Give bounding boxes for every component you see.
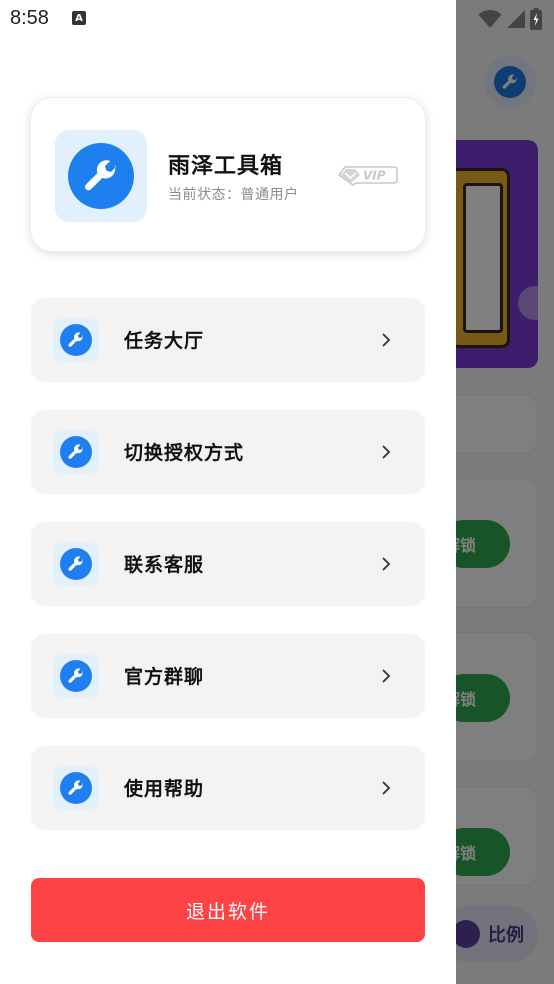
vip-badge: VIP <box>337 166 398 186</box>
wrench-icon <box>85 160 117 191</box>
status-time: 8:58 <box>10 7 49 29</box>
chevron-right-icon <box>382 781 391 795</box>
navigation-drawer: 雨泽工具箱 当前状态：普通用户 VIP 任务大厅 切换授权方式 联系客服 官方群… <box>0 0 456 984</box>
menu-item-label: 联系客服 <box>124 554 205 576</box>
menu-item-contact-support[interactable]: 联系客服 <box>31 522 425 606</box>
profile-card: 雨泽工具箱 当前状态：普通用户 VIP <box>30 97 426 252</box>
chevron-right-icon <box>382 669 391 683</box>
wrench-icon <box>68 332 84 347</box>
menu-item-label: 官方群聊 <box>124 666 205 688</box>
wrench-icon <box>68 780 84 795</box>
menu-item-label: 切换授权方式 <box>124 442 245 464</box>
battery-icon <box>530 8 542 30</box>
menu-item-label: 使用帮助 <box>124 778 205 800</box>
menu-item-icon-bg <box>53 654 99 698</box>
chevron-right-icon <box>382 557 391 571</box>
menu-item-label: 任务大厅 <box>124 330 205 352</box>
chevron-right-icon <box>382 445 391 459</box>
wifi-icon <box>478 10 502 28</box>
signal-icon <box>507 10 525 28</box>
wrench-icon <box>68 668 84 683</box>
exit-app-button[interactable]: 退出软件 <box>31 878 425 942</box>
app-name: 雨泽工具箱 <box>168 154 284 179</box>
menu-item-help[interactable]: 使用帮助 <box>31 746 425 830</box>
menu-item-official-group[interactable]: 官方群聊 <box>31 634 425 718</box>
menu-item-task-hall[interactable]: 任务大厅 <box>31 298 425 382</box>
system-icons <box>478 8 542 30</box>
svg-text:VIP: VIP <box>363 169 386 183</box>
menu-item-icon-bg <box>53 766 99 810</box>
menu-item-icon-bg <box>53 430 99 474</box>
app-logo <box>55 130 147 222</box>
menu-item-switch-auth[interactable]: 切换授权方式 <box>31 410 425 494</box>
a-icon: A <box>72 11 86 25</box>
status-bar: 8:58 A <box>0 0 554 38</box>
wrench-icon <box>68 556 84 571</box>
wrench-icon <box>68 444 84 459</box>
chevron-right-icon <box>382 333 391 347</box>
menu-item-icon-bg <box>53 318 99 362</box>
user-status: 当前状态：普通用户 <box>168 187 299 203</box>
menu-item-icon-bg <box>53 542 99 586</box>
